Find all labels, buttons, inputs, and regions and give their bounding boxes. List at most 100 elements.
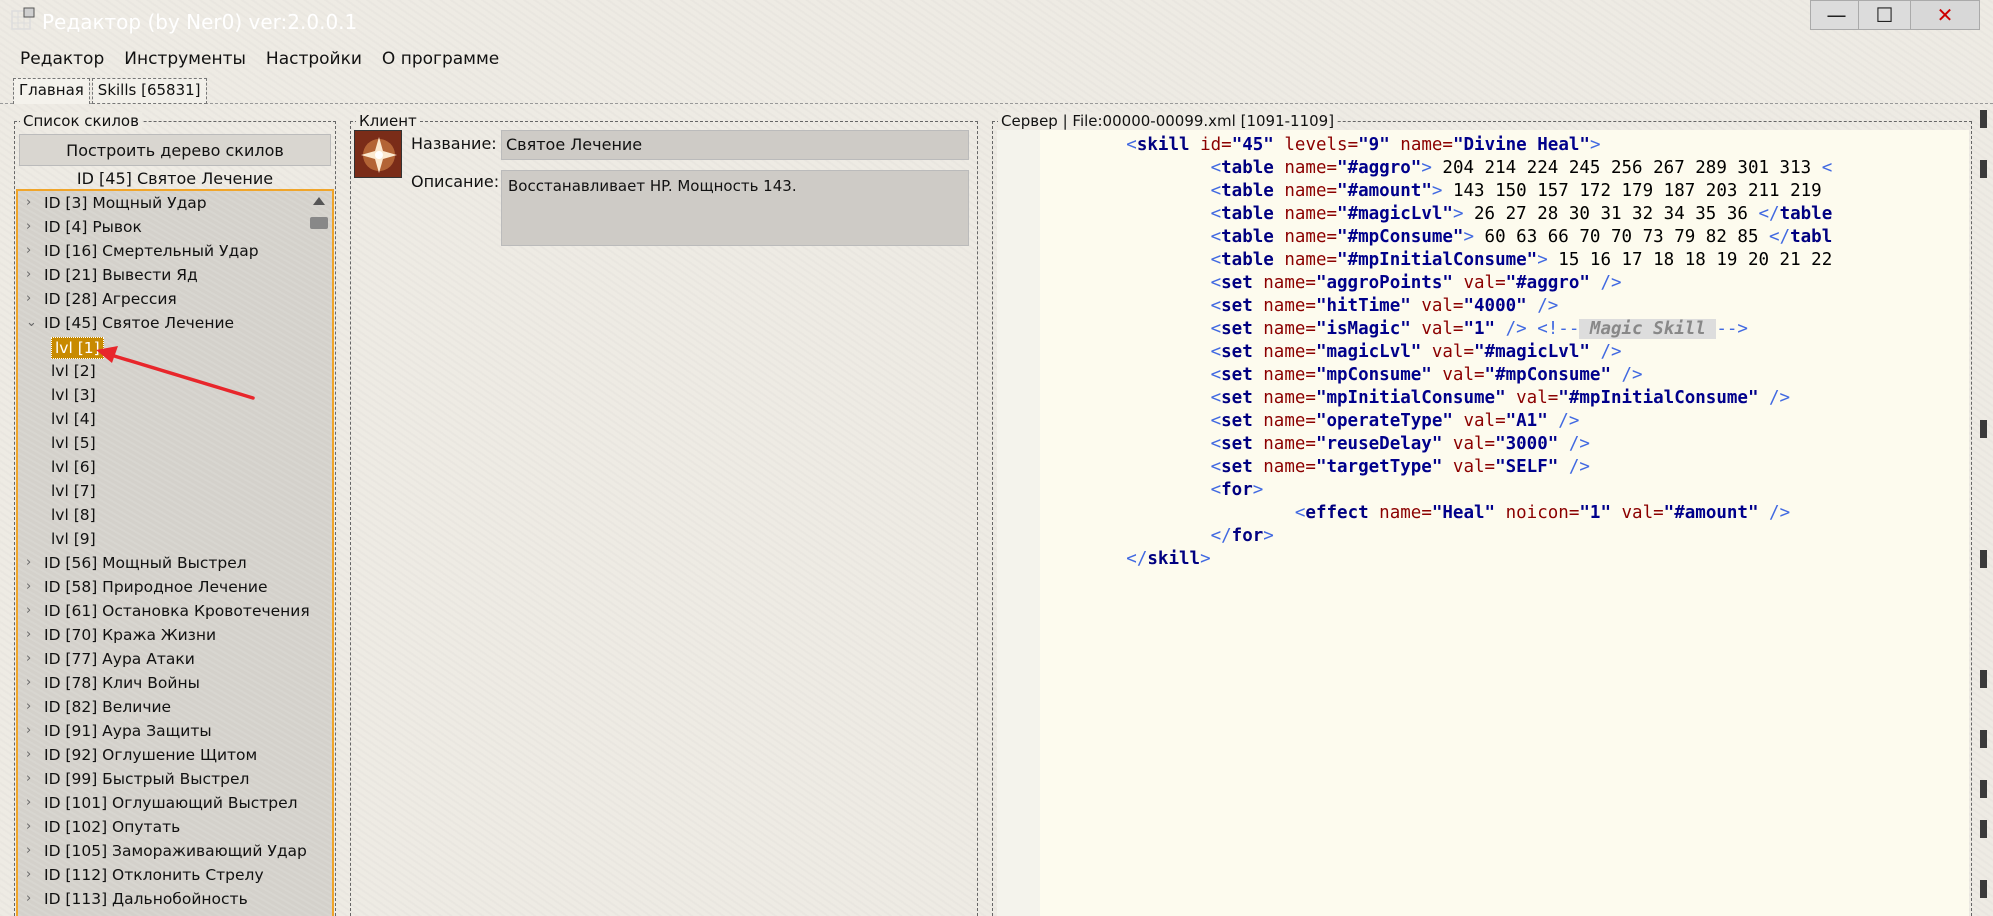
code-token: for — [1231, 526, 1264, 546]
editor-gutter — [997, 130, 1040, 916]
code-token: < — [1821, 158, 1833, 178]
code-token: name= — [1252, 365, 1316, 385]
code-line: <table name="#mpInitialConsume"> 15 16 1… — [1042, 249, 1833, 272]
client-panel: Клиент Название: Святое Лечение Описание… — [350, 112, 978, 916]
code-token: "#mpConsume" — [1337, 227, 1464, 247]
edge-mark — [1980, 880, 1987, 898]
code-token: table — [1221, 158, 1274, 178]
menu-about[interactable]: О программе — [372, 49, 509, 69]
code-token: 26 27 28 30 31 32 34 35 36 — [1463, 204, 1759, 224]
code-token: "#aggro" — [1505, 273, 1590, 293]
code-token: tabl — [1790, 227, 1833, 247]
code-line: </for> — [1042, 525, 1832, 548]
build-skill-tree-button[interactable]: Построить дерево скилов — [19, 134, 331, 166]
code-line: <set name="magicLvl" val="#magicLvl" /> — [1042, 341, 1832, 364]
menu-editor[interactable]: Редактор — [10, 49, 114, 69]
code-token: name= — [1273, 204, 1338, 224]
code-token: "magicLvl" — [1315, 342, 1422, 362]
code-token: name= — [1252, 411, 1316, 431]
tab-strip: Главная Skills [65831] — [13, 78, 209, 104]
code-token: "SELF" — [1495, 457, 1559, 477]
code-token: < — [1210, 411, 1222, 431]
code-token: name= — [1273, 181, 1338, 201]
code-token: Magic Skill — [1579, 319, 1717, 339]
code-token: < — [1210, 365, 1222, 385]
xml-code-editor[interactable]: <skill id="45" levels="9" name="Divine H… — [997, 130, 1969, 916]
code-line: <set name="hitTime" val="4000" /> — [1042, 295, 1832, 318]
code-token: "mpInitialConsume" — [1315, 388, 1506, 408]
code-token: val= — [1410, 296, 1464, 316]
code-token: > — [1200, 549, 1211, 569]
code-token: set — [1221, 457, 1253, 477]
code-token: "hitTime" — [1315, 296, 1411, 316]
code-line: </skill> — [1042, 548, 1832, 571]
code-token: set — [1221, 365, 1253, 385]
code-token: /> — [1758, 388, 1791, 408]
code-token: < — [1210, 480, 1222, 500]
skill-name-field[interactable]: Святое Лечение — [501, 130, 969, 160]
code-token: 204 214 224 245 256 267 289 301 313 — [1431, 158, 1822, 178]
code-line: <table name="#aggro"> 204 214 224 245 25… — [1042, 157, 1833, 180]
edge-mark — [1980, 110, 1987, 128]
menu-settings[interactable]: Настройки — [256, 49, 372, 69]
edge-mark — [1980, 820, 1987, 838]
code-token: /> — [1547, 411, 1580, 431]
code-token: /> — [1558, 457, 1590, 477]
window-title: Редактор (by Ner0) ver:2.0.0.1 — [42, 10, 358, 34]
code-token: < — [1210, 388, 1222, 408]
code-token: </ — [1769, 227, 1791, 247]
description-label: Описание: — [411, 172, 500, 191]
code-token: "1" — [1579, 503, 1611, 523]
code-token: "#aggro" — [1337, 158, 1422, 178]
tab-skills[interactable]: Skills [65831] — [91, 78, 207, 104]
code-line: <skill id="45" levels="9" name="Divine H… — [1042, 134, 1832, 157]
name-label: Название: — [411, 134, 497, 153]
code-line: <set name="mpInitialConsume" val="#mpIni… — [1042, 387, 1832, 410]
code-token: /> — [1589, 342, 1622, 362]
code-token: /> — [1758, 503, 1791, 523]
menu-tools[interactable]: Инструменты — [114, 49, 256, 69]
code-token: table — [1221, 227, 1274, 247]
code-token: set — [1221, 273, 1253, 293]
code-token: "mpConsume" — [1315, 365, 1432, 385]
code-token: "4000" — [1463, 296, 1527, 316]
skill-tree[interactable]: › ID [3] Мощный Удар › ID [4] Рывок › ID [16]… — [16, 189, 334, 916]
code-token: set — [1221, 296, 1253, 316]
code-token: skill — [1147, 549, 1201, 569]
code-token: val= — [1452, 411, 1506, 431]
code-token: val= — [1442, 457, 1496, 477]
code-token: set — [1221, 434, 1253, 454]
code-line: <set name="targetType" val="SELF" /> — [1042, 456, 1832, 479]
code-token: table — [1779, 204, 1833, 224]
code-token: levels= — [1273, 135, 1359, 155]
close-button[interactable]: ✕ — [1910, 0, 1980, 30]
code-token: "#amount" — [1337, 181, 1432, 201]
maximize-button[interactable]: ☐ — [1858, 0, 1911, 30]
code-token: < — [1210, 434, 1222, 454]
edge-mark — [1980, 550, 1987, 568]
tab-main[interactable]: Главная — [13, 78, 90, 104]
code-token: < — [1210, 457, 1222, 477]
window-titlebar[interactable]: Редактор (by Ner0) ver:2.0.0.1 — ☐ ✕ — [0, 0, 1993, 43]
code-token: "9" — [1358, 135, 1390, 155]
code-token: name= — [1252, 296, 1316, 316]
code-token: "45" — [1231, 135, 1274, 155]
code-line: <set name="reuseDelay" val="3000" /> — [1042, 433, 1832, 456]
code-token: > — [1463, 227, 1475, 247]
code-token: < — [1210, 296, 1222, 316]
code-token: val= — [1610, 503, 1664, 523]
skill-description-field[interactable]: Восстанавливает HP. Мощность 143. — [501, 170, 969, 246]
minimize-button[interactable]: — — [1810, 0, 1863, 30]
code-line: <table name="#mpConsume"> 60 63 66 70 70… — [1042, 226, 1833, 249]
code-token: name= — [1273, 158, 1338, 178]
code-token: < — [1210, 342, 1222, 362]
code-token: /> — [1558, 434, 1590, 454]
